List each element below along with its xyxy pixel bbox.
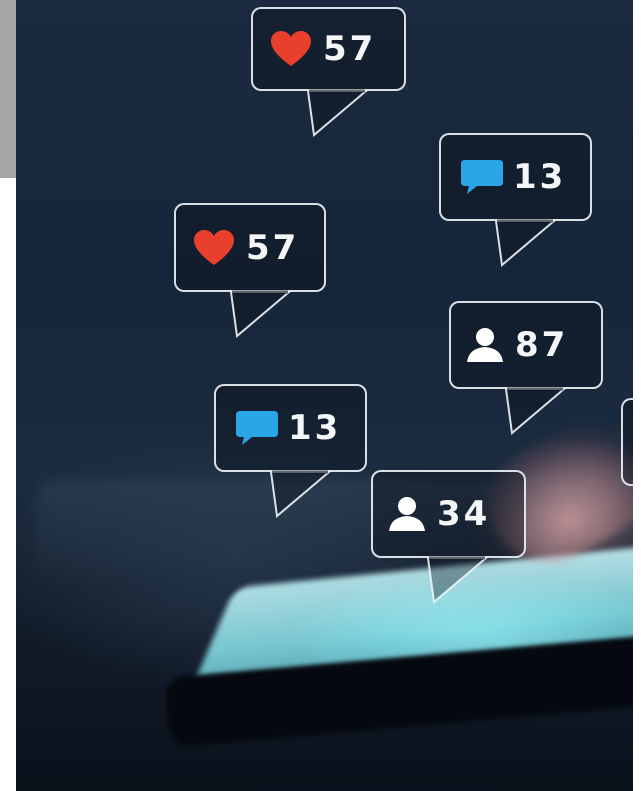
notification-bubble-like: 57	[251, 7, 406, 137]
heart-icon	[194, 229, 234, 265]
comment-icon	[461, 160, 503, 194]
bubble-tail	[269, 470, 332, 518]
page-left-gray-strip	[0, 0, 16, 178]
like-count: 57	[323, 29, 377, 69]
bubble-tail	[504, 387, 567, 435]
social-media-photo: 57 13 57 87 13 34	[16, 0, 633, 791]
notification-bubble-follower: 87	[449, 301, 603, 435]
notification-bubble-comment: 13	[439, 133, 592, 267]
like-count: 57	[246, 227, 300, 268]
heart-icon	[271, 31, 311, 66]
notification-bubble-comment: 13	[214, 384, 367, 518]
bubble-tail	[494, 219, 557, 267]
follower-count: 87	[515, 325, 569, 365]
comment-icon	[236, 411, 278, 445]
user-icon	[389, 497, 425, 531]
comment-count: 13	[513, 157, 567, 197]
notification-bubble-follower: 34	[371, 470, 526, 604]
bubble-tail	[306, 89, 369, 137]
bubble-tail	[229, 290, 292, 338]
bubble-tail	[426, 556, 489, 604]
comment-count: 13	[288, 408, 342, 448]
notification-bubble-like: 57	[174, 203, 326, 338]
user-icon	[467, 328, 503, 362]
notification-bubble-partial	[621, 398, 633, 486]
follower-count: 34	[437, 494, 491, 534]
